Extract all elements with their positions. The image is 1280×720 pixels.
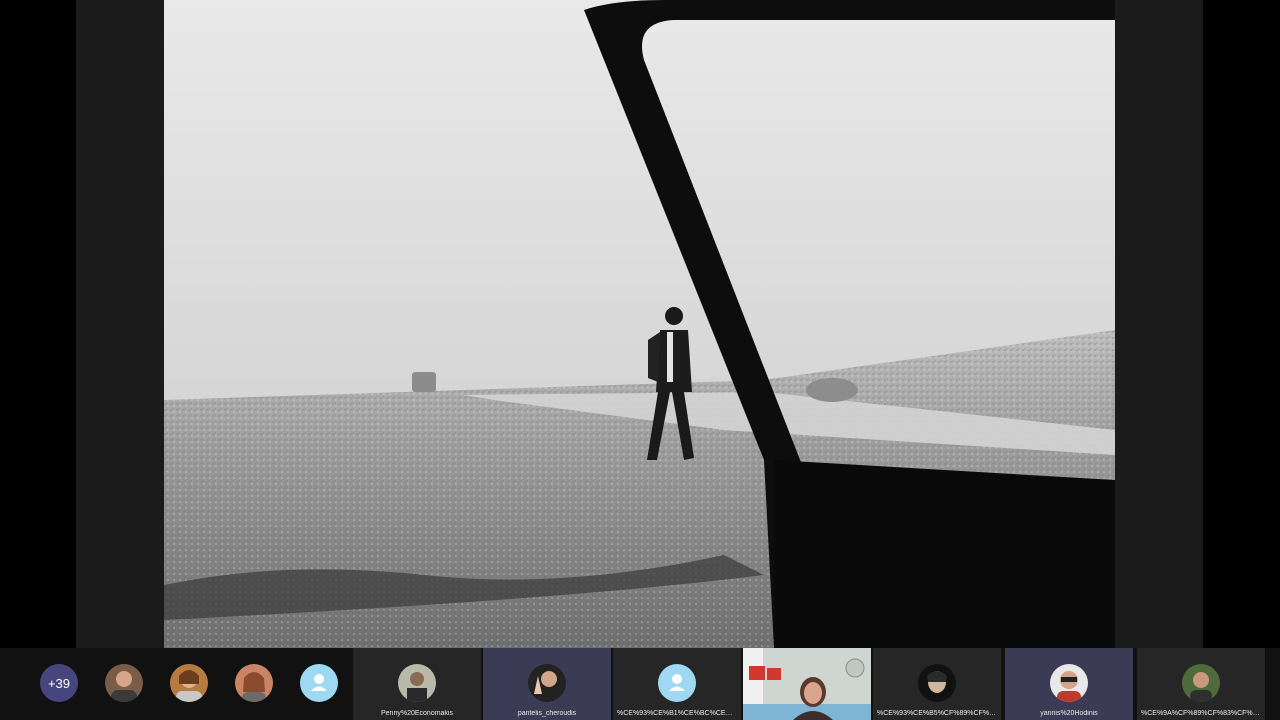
more-participants-button[interactable]: +39 [40, 664, 78, 702]
participant-avatar [1050, 664, 1088, 702]
participant-avatar[interactable] [170, 664, 208, 702]
participant-video-feed [743, 648, 871, 720]
participant-tile[interactable]: yannis%20Hodinis [1005, 648, 1133, 720]
user-icon [669, 674, 685, 691]
participant-tile[interactable]: %CE%93%CE%B5%CF%89%CF%81%CE%B3%CE%B9... [873, 648, 1001, 720]
participant-avatar [528, 664, 566, 702]
participant-tile[interactable]: Penny%20Economakis [353, 648, 481, 720]
participant-name: Penny%20Economakis [381, 710, 453, 717]
participant-avatar[interactable] [105, 664, 143, 702]
participant-name: %CE%93%CE%B5%CF%89%CF%81%CE%B3%CE%B9... [877, 710, 997, 717]
participant-name: %CE%93%CE%B1%CE%BC%CE%B7%CE%BB%CE%B1... [617, 710, 737, 717]
participant-tile-active[interactable]: pantelis_cheroudis [483, 648, 611, 720]
participant-avatar [1182, 664, 1220, 702]
shared-photo [164, 0, 1115, 648]
right-letterbox [1115, 0, 1203, 648]
participant-name: pantelis_cheroudis [517, 710, 577, 717]
shared-screen-stage [0, 0, 1280, 648]
participant-avatar [918, 664, 956, 702]
participant-avatar-placeholder[interactable] [300, 664, 338, 702]
user-icon [311, 674, 327, 691]
participant-tile[interactable]: %CE%93%CE%B1%CE%BC%CE%B7%CE%BB%CE%B1... [613, 648, 741, 720]
participant-avatar [398, 664, 436, 702]
participant-name: yannis%20Hodinis [1040, 710, 1098, 717]
participant-avatar[interactable] [235, 664, 273, 702]
participant-video-tile[interactable] [743, 648, 871, 720]
participant-name: %CE%9A%CF%89%CF%83%CF%84%CE%B1... [1141, 710, 1261, 717]
participant-tile[interactable]: %CE%9A%CF%89%CF%83%CF%84%CE%B1... [1137, 648, 1265, 720]
participant-avatar-placeholder [658, 664, 696, 702]
left-letterbox [76, 0, 164, 648]
